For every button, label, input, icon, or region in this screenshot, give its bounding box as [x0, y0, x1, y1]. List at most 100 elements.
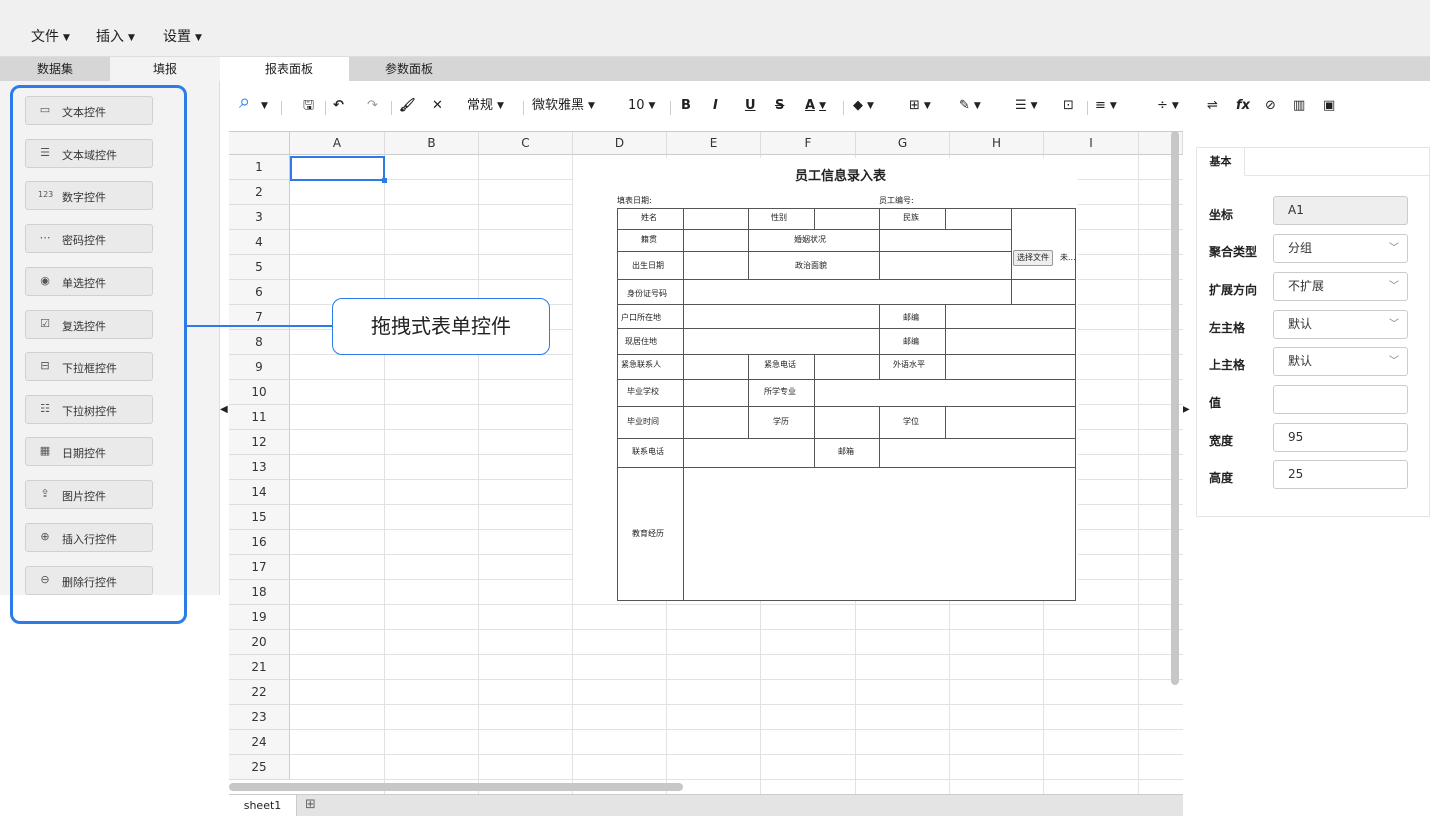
clear-format-icon[interactable]: ✕ [432, 96, 443, 116]
control-image[interactable]: ⇪ 图片控件 [25, 480, 153, 509]
font-select[interactable]: 微软雅黑 ▼ [532, 96, 595, 116]
wrap-icon[interactable]: ⊡ [1063, 96, 1074, 116]
row-header[interactable]: 24 [229, 730, 290, 755]
control-date[interactable]: ▦ 日期控件 [25, 437, 153, 466]
row-header[interactable]: 23 [229, 705, 290, 730]
row-header[interactable]: 11 [229, 405, 290, 430]
redo-icon[interactable]: ↷ [367, 96, 378, 116]
menu-insert[interactable]: 插入 ▼ [96, 26, 135, 46]
control-number[interactable]: 123 数字控件 [25, 181, 153, 210]
row-header[interactable]: 22 [229, 680, 290, 705]
undo-icon[interactable]: ↶ [333, 96, 344, 116]
form-line [748, 406, 749, 438]
column-header[interactable]: D [573, 132, 667, 155]
function-icon[interactable]: fx [1236, 96, 1250, 116]
preview-icon[interactable]: ⌕ [239, 91, 250, 111]
save-icon[interactable]: 🖫 [303, 96, 314, 116]
row-header[interactable]: 9 [229, 355, 290, 380]
menu-settings[interactable]: 设置 ▼ [163, 26, 202, 46]
control-radio[interactable]: ◉ 单选控件 [25, 267, 153, 296]
left-parent-select[interactable]: 默认 ﹀ [1273, 310, 1408, 339]
row-header[interactable]: 8 [229, 330, 290, 355]
agg-type-select[interactable]: 分组 ﹀ [1273, 234, 1408, 263]
control-tree-dropdown[interactable]: ☷ 下拉树控件 [25, 395, 153, 424]
tab-basic[interactable]: 基本 [1197, 148, 1245, 176]
fill-color-icon[interactable]: ◆ ▼ [853, 96, 874, 116]
row-header[interactable]: 16 [229, 530, 290, 555]
control-dropdown[interactable]: ⊟ 下拉框控件 [25, 352, 153, 381]
strikethrough-icon[interactable]: S [775, 96, 784, 116]
control-insert-row[interactable]: ⊕ 插入行控件 [25, 523, 153, 552]
collapse-left-icon[interactable]: ◀ [220, 404, 228, 415]
row-header[interactable]: 25 [229, 755, 290, 780]
control-textarea[interactable]: ☰ 文本域控件 [25, 139, 153, 168]
tab-param-panel[interactable]: 参数面板 [349, 57, 469, 81]
control-text[interactable]: ▭ 文本控件 [25, 96, 153, 125]
vertical-scrollbar[interactable] [1171, 131, 1179, 685]
row-header[interactable]: 21 [229, 655, 290, 680]
selected-cell[interactable] [290, 156, 385, 181]
border-icon[interactable]: ⊞ ▼ [909, 96, 931, 116]
tab-dataset[interactable]: 数据集 [0, 57, 110, 81]
corner-cell[interactable] [229, 132, 290, 155]
text-wrap-icon[interactable]: ⇌ [1207, 96, 1218, 116]
row-header[interactable]: 1 [229, 155, 290, 180]
tab-fill[interactable]: 填报 [110, 57, 220, 81]
expand-select[interactable]: 不扩展 ﹀ [1273, 272, 1408, 301]
height-field[interactable]: 25 [1273, 460, 1408, 489]
row-header[interactable]: 4 [229, 230, 290, 255]
value-field[interactable] [1273, 385, 1408, 414]
bold-icon[interactable]: B [681, 96, 691, 116]
horizontal-scrollbar[interactable] [229, 783, 683, 791]
add-sheet-icon[interactable]: ⊞ [305, 797, 316, 812]
row-header[interactable]: 2 [229, 180, 290, 205]
chevron-down-icon[interactable]: ▼ [261, 96, 268, 116]
row-header[interactable]: 5 [229, 255, 290, 280]
column-header[interactable]: A [290, 132, 385, 155]
column-header[interactable]: G [856, 132, 950, 155]
column-header[interactable]: C [479, 132, 573, 155]
row-header[interactable]: 18 [229, 580, 290, 605]
column-header[interactable]: B [385, 132, 479, 155]
collapse-right-icon[interactable]: ▶ [1182, 404, 1190, 415]
format-painter-icon[interactable]: 🖌 [399, 96, 416, 116]
chart-icon[interactable]: ▥ [1293, 96, 1305, 116]
font-color-icon[interactable]: A ▼ [805, 96, 826, 116]
image-icon[interactable]: ▣ [1323, 96, 1335, 116]
column-header[interactable]: I [1044, 132, 1139, 155]
row-header[interactable]: 3 [229, 205, 290, 230]
tab-report-panel[interactable]: 报表面板 [229, 57, 349, 81]
control-delete-row[interactable]: ⊖ 删除行控件 [25, 566, 153, 595]
column-header[interactable]: H [950, 132, 1044, 155]
column-header[interactable]: F [761, 132, 856, 155]
vertical-align-icon[interactable]: ÷ ▼ [1157, 96, 1179, 116]
number-format-select[interactable]: 常规 ▼ [467, 96, 504, 116]
control-checkbox[interactable]: ☑ 复选控件 [25, 310, 153, 339]
row-header[interactable]: 15 [229, 505, 290, 530]
align-left-icon[interactable]: ≡ ▼ [1095, 96, 1117, 116]
coord-field[interactable]: A1 [1273, 196, 1408, 225]
row-header[interactable]: 14 [229, 480, 290, 505]
fill-handle[interactable] [382, 178, 387, 183]
border-color-icon[interactable]: ✎ ▼ [959, 96, 981, 116]
column-header[interactable]: E [667, 132, 761, 155]
underline-icon[interactable]: U [745, 96, 756, 116]
top-parent-select[interactable]: 默认 ﹀ [1273, 347, 1408, 376]
merge-icon[interactable]: ☰ ▼ [1015, 96, 1038, 116]
spreadsheet-grid[interactable]: A B C D E F G H I 1 2 3 4 5 6 7 8 9 10 11 12 13 14 15 16 17 18 19 20… [229, 131, 1183, 794]
row-header[interactable]: 17 [229, 555, 290, 580]
row-header[interactable]: 12 [229, 430, 290, 455]
row-header[interactable]: 19 [229, 605, 290, 630]
row-header[interactable]: 6 [229, 280, 290, 305]
width-field[interactable]: 95 [1273, 423, 1408, 452]
row-header[interactable]: 20 [229, 630, 290, 655]
font-size-select[interactable]: 10 ▼ [628, 96, 655, 116]
sheet-tab[interactable]: sheet1 [229, 795, 297, 816]
italic-icon[interactable]: I [713, 96, 718, 116]
choose-file-button[interactable]: 选择文件 [1013, 250, 1053, 266]
row-header[interactable]: 10 [229, 380, 290, 405]
no-border-icon[interactable]: ⊘ [1265, 96, 1276, 116]
menu-file[interactable]: 文件 ▼ [31, 26, 70, 46]
control-password[interactable]: ⋯ 密码控件 [25, 224, 153, 253]
row-header[interactable]: 13 [229, 455, 290, 480]
